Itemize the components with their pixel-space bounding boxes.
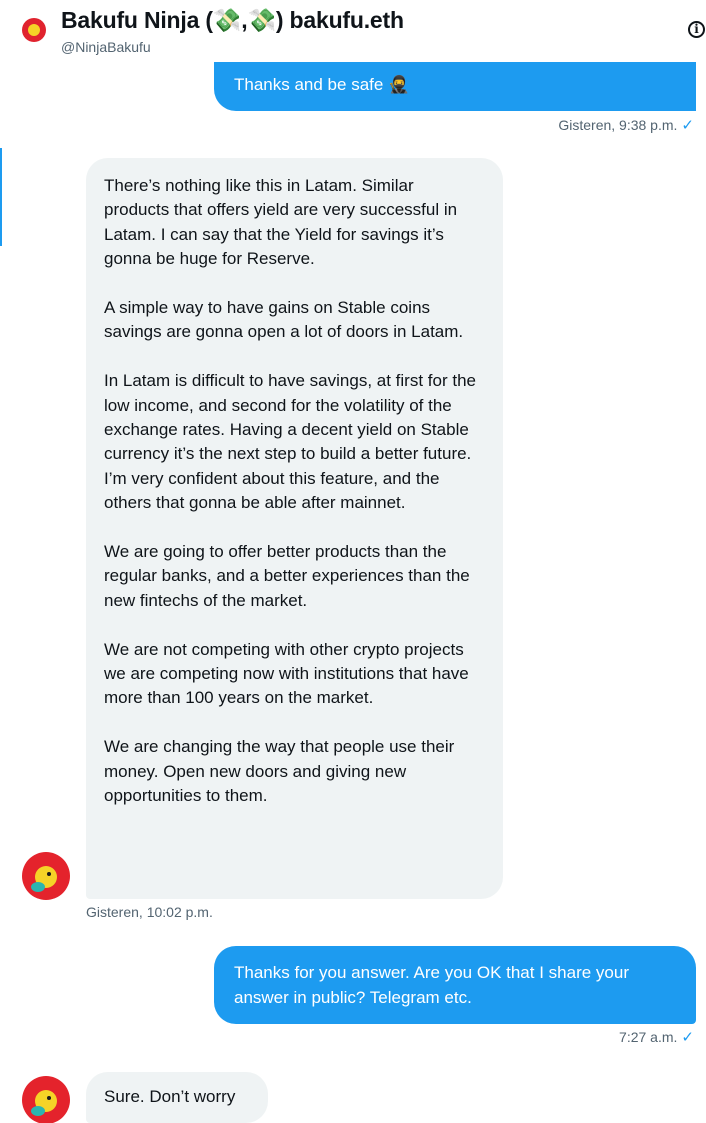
message-text: Thanks for you answer. Are you OK that I… <box>234 963 629 1007</box>
message-paragraph: We are changing the way that people use … <box>104 737 455 806</box>
message-text: Sure. Don’t worry <box>104 1087 236 1106</box>
outgoing-message[interactable]: Thanks and be safe 🥷 <box>214 62 696 111</box>
message-paragraph: We are not competing with other crypto p… <box>104 639 469 708</box>
contact-name[interactable]: Bakufu Ninja (💸,💸) bakufu.eth <box>61 6 404 34</box>
message-meta: Gisteren, 9:38 p.m. ✓ <box>558 116 694 135</box>
sender-avatar[interactable] <box>22 852 70 900</box>
info-icon[interactable]: i <box>686 20 706 42</box>
message-paragraph: A simple way to have gains on Stable coi… <box>104 298 464 342</box>
message-paragraph: We are going to offer better products th… <box>104 542 470 610</box>
message-paragraph: In Latam is difficult to have savings, a… <box>104 371 476 513</box>
outgoing-message[interactable]: Thanks for you answer. Are you OK that I… <box>214 946 696 1024</box>
message-paragraph: There’s nothing like this in Latam. Simi… <box>104 176 458 269</box>
message-text: Thanks and be safe 🥷 <box>234 75 410 94</box>
message-time: Gisteren, 10:02 p.m. <box>86 904 213 920</box>
scroll-indicator <box>0 148 2 246</box>
conversation-header: Bakufu Ninja (💸,💸) bakufu.eth @NinjaBaku… <box>0 0 706 62</box>
chick-icon <box>28 24 40 36</box>
dm-conversation: Bakufu Ninja (💸,💸) bakufu.eth @NinjaBaku… <box>0 0 706 1123</box>
message-meta: 7:27 a.m. ✓ <box>619 1028 694 1047</box>
sender-avatar[interactable] <box>22 1076 70 1123</box>
message-time: Gisteren, 9:38 p.m. <box>558 117 678 133</box>
contact-handle: @NinjaBakufu <box>61 39 151 55</box>
sent-check-icon: ✓ <box>681 1029 694 1046</box>
avatar[interactable] <box>22 18 46 42</box>
sent-check-icon: ✓ <box>681 117 694 134</box>
message-time: 7:27 a.m. <box>619 1029 678 1045</box>
incoming-message[interactable]: There’s nothing like this in Latam. Simi… <box>86 158 503 899</box>
incoming-message[interactable]: Sure. Don’t worry <box>86 1072 268 1123</box>
